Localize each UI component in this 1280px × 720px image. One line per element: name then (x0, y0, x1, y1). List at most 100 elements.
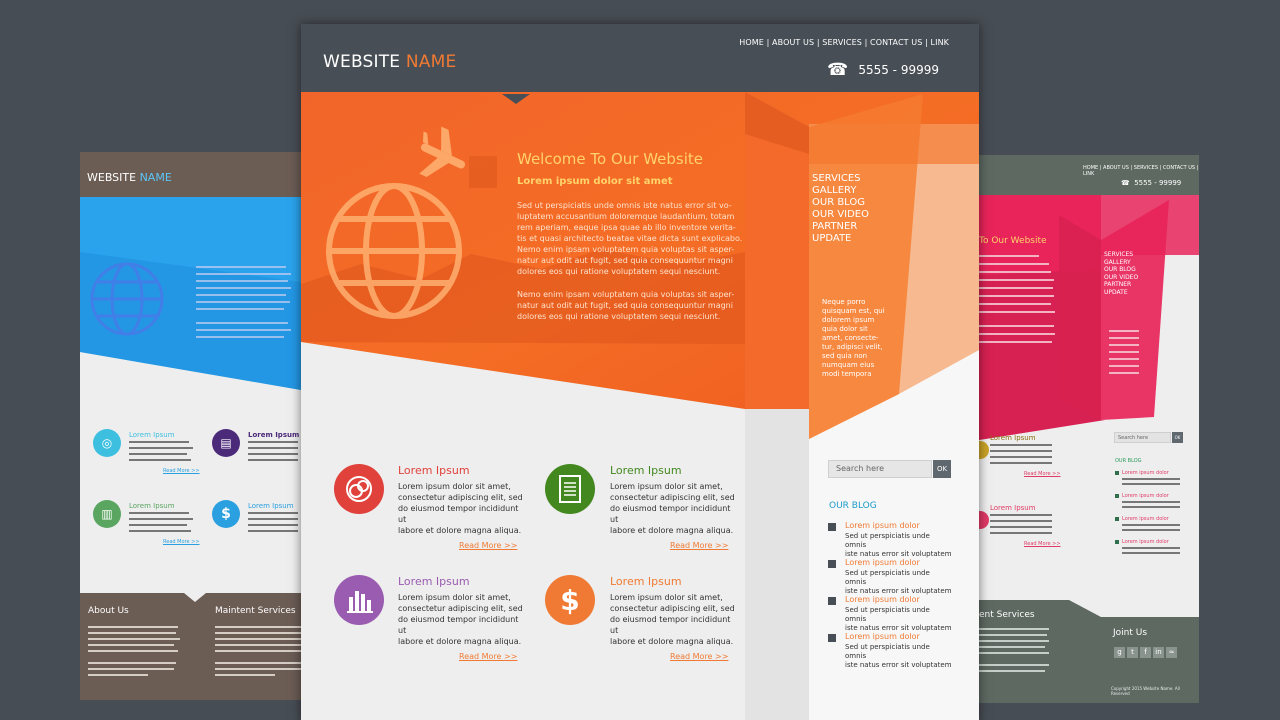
hero-text-line: luptatem accusantium doloremque laudanti… (517, 212, 735, 221)
feature-text: Lorem Ipsum Lorem ipsum dolor sit amet, … (398, 575, 528, 661)
right-copyright: Copyright 2015 Website Name. All Reserve… (1111, 686, 1180, 696)
blog-text-line: Sed ut perspiciatis unde omnis (845, 569, 930, 586)
hero-text-line: Nemo enim ipsam voluptatem quia voluptas… (517, 290, 735, 299)
nav-about-us[interactable]: ABOUT US (772, 38, 814, 47)
feature-body-line: consectetur adipiscing elit, sed (610, 493, 735, 502)
blog-post-body: Sed ut perspiciatis unde omnis iste natu… (845, 643, 953, 670)
side-menu[interactable]: SERVICES GALLERY OUR BLOG OUR VIDEO PART… (812, 173, 869, 245)
left-footer-about-title: About Us (88, 606, 129, 616)
hero-text-line: dolores eos qui ratione voluptatem sequi… (517, 312, 721, 321)
side-quote-line: tur, adipisci velit, (822, 343, 883, 351)
side-menu-partner[interactable]: PARTNER (812, 221, 869, 233)
side-quote-line: dolorem ipsum (822, 316, 875, 324)
nav-services[interactable]: SERVICES (822, 38, 862, 47)
top-nav[interactable]: HOME | ABOUT US | SERVICES | CONTACT US … (739, 38, 949, 47)
blog-text-line: Sed ut perspiciatis unde omnis (845, 643, 930, 660)
side-menu-services[interactable]: SERVICES (812, 173, 869, 185)
hero-text-line: Nemo enim ipsam voluptatem quia voluptas… (517, 245, 735, 254)
twitter-icon[interactable]: t (1127, 647, 1138, 658)
hero-text-line: rem aperiam, eaque ipsa quae ab illo inv… (517, 223, 736, 232)
feature-body-line: do eiusmod tempor incididunt ut (398, 615, 519, 635)
blog-bullet (828, 523, 836, 531)
feature-body-line: do eiusmod tempor incididunt ut (610, 504, 731, 524)
side-menu-our-video[interactable]: OUR VIDEO (812, 209, 869, 221)
side-menu-our-blog[interactable]: OUR BLOG (812, 197, 869, 209)
search-button[interactable]: OK (933, 460, 951, 478)
blog-bullet (828, 597, 836, 605)
feature-title: Lorem Ipsum (610, 575, 682, 588)
blog-post[interactable]: Lorem ipsum dolor Sed ut perspiciatis un… (845, 521, 953, 559)
blog-post-title[interactable]: Lorem ipsum dolor (845, 595, 953, 604)
blog-text-line: Sed ut perspiciatis unde omnis (845, 532, 930, 549)
feature-body-line: Lorem ipsum dolor sit amet, (610, 593, 723, 602)
document-icon (545, 464, 595, 514)
blog-post-title[interactable]: Lorem ipsum dolor (845, 558, 953, 567)
feature-body-line: Lorem ipsum dolor sit amet, (610, 482, 723, 491)
blog-bullet (828, 634, 836, 642)
blog-post-body: Sed ut perspiciatis unde omnis iste natu… (845, 532, 953, 559)
hero-text-line: natur aut odit aut fugit, sed quia conse… (517, 256, 733, 265)
nav-contact-us[interactable]: CONTACT US (870, 38, 922, 47)
site-logo[interactable]: WEBSITE NAME (323, 52, 456, 72)
feature-body: Lorem ipsum dolor sit amet, consectetur … (610, 481, 740, 536)
social-icons[interactable]: g t f in ≈ (1114, 647, 1177, 658)
blog-post-title[interactable]: Lorem ipsum dolor (845, 521, 953, 530)
nav-separator: | (925, 38, 928, 47)
side-quote-line: quisquam est, qui (822, 307, 885, 315)
side-menu-gallery[interactable]: GALLERY (812, 185, 869, 197)
feature-body: Lorem ipsum dolor sit amet, consectetur … (398, 592, 528, 647)
bar-chart-icon (334, 575, 384, 625)
side-quote-line: quia dolor sit (822, 325, 868, 333)
linkedin-icon[interactable]: in (1153, 647, 1164, 658)
left-website-mockup: WEBSITE NAME ◎ Lorem Ipsum Read More >> … (80, 152, 301, 700)
hero-text-line: dolores eos qui ratione voluptatem sequi… (517, 267, 721, 276)
blog-post-title[interactable]: Lorem ipsum dolor (845, 632, 953, 641)
side-menu-update[interactable]: UPDATE (812, 233, 869, 245)
feature-body-line: Lorem ipsum dolor sit amet, (398, 593, 511, 602)
hero-text-line: Sed ut perspiciatis unde omnis iste natu… (517, 201, 732, 210)
hero-paragraph-1: Sed ut perspiciatis unde omnis iste natu… (517, 200, 742, 277)
read-more-link[interactable]: Read More >> (670, 541, 740, 550)
feature-text: Lorem Ipsum Lorem ipsum dolor sit amet, … (398, 464, 528, 550)
feature-body-line: consectetur adipiscing elit, sed (610, 604, 735, 613)
feature-text: Lorem Ipsum Lorem ipsum dolor sit amet, … (610, 464, 740, 550)
side-quote-line: modi tempora (822, 370, 872, 378)
right-footer-join-title: Joint Us (1113, 628, 1148, 638)
feature-body-line: labore et dolore magna aliqua. (398, 526, 522, 535)
hero-text-line: tis et quasi architecto beatae vitae dic… (517, 234, 743, 243)
feature-body-line: consectetur adipiscing elit, sed (398, 604, 523, 613)
feature-title: Lorem Ipsum (610, 464, 682, 477)
hero-subtitle: Lorem ipsum dolor sit amet (517, 176, 673, 187)
feature-title: Lorem Ipsum (398, 575, 470, 588)
rss-icon[interactable]: ≈ (1166, 647, 1177, 658)
blog-text-line: iste natus error sit voluptatem (845, 661, 952, 669)
logo-primary-text: WEBSITE (323, 52, 401, 72)
blog-post[interactable]: Lorem ipsum dolor Sed ut perspiciatis un… (845, 595, 953, 633)
facebook-icon[interactable]: f (1140, 647, 1151, 658)
hero-paragraph-2: Nemo enim ipsam voluptatem quia voluptas… (517, 289, 734, 322)
google-icon[interactable]: g (1114, 647, 1125, 658)
blog-post[interactable]: Lorem ipsum dolor Sed ut perspiciatis un… (845, 632, 953, 670)
feature-body-line: consectetur adipiscing elit, sed (398, 493, 523, 502)
read-more-link[interactable]: Read More >> (459, 652, 528, 661)
side-quote-line: sed quia non (822, 352, 868, 360)
read-more-link[interactable]: Read More >> (670, 652, 740, 661)
main-website-mockup: WEBSITE NAME HOME | ABOUT US | SERVICES … (301, 24, 979, 720)
right-text-lines (979, 255, 1180, 672)
left-text-lines (88, 266, 301, 676)
hero-text-line: natur aut odit aut fugit, sed quia conse… (517, 301, 733, 310)
feature-card (334, 464, 384, 514)
feature-body-line: Lorem ipsum dolor sit amet, (398, 482, 511, 491)
nav-home[interactable]: HOME (739, 38, 764, 47)
blog-bullet (828, 560, 836, 568)
feature-text: Lorem Ipsum Lorem ipsum dolor sit amet, … (610, 575, 740, 661)
blog-post[interactable]: Lorem ipsum dolor Sed ut perspiciatis un… (845, 558, 953, 596)
side-quote: Neque porro quisquam est, qui dolorem ip… (822, 298, 885, 379)
right-website-mockup: HOME | ABOUT US | SERVICES | CONTACT US … (979, 155, 1199, 703)
circles-icon (334, 464, 384, 514)
nav-separator: | (766, 38, 770, 47)
read-more-link[interactable]: Read More >> (459, 541, 528, 550)
blog-text-line: Sed ut perspiciatis unde omnis (845, 606, 930, 623)
nav-link[interactable]: LINK (931, 38, 949, 47)
search-input[interactable]: Search here (828, 460, 932, 478)
